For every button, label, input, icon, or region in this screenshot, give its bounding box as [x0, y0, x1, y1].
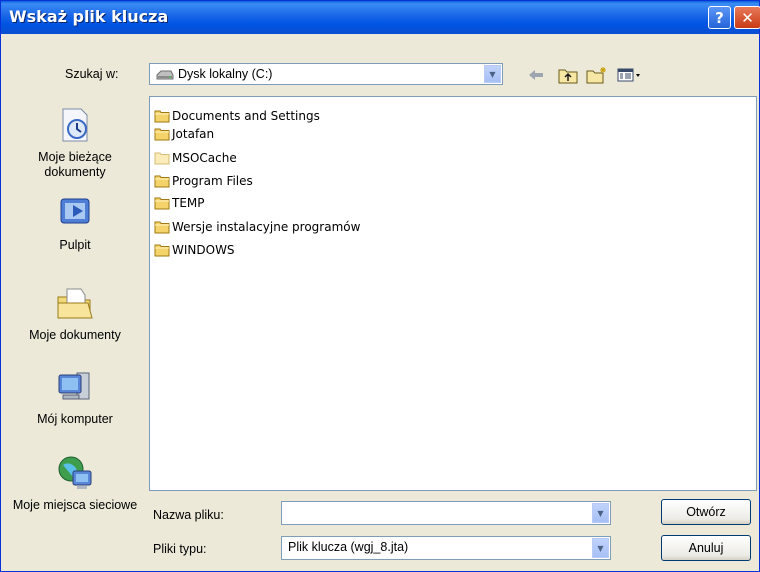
look-in-combo[interactable]: Dysk lokalny (C:) ▼	[149, 63, 503, 85]
place-recent-documents[interactable]: Moje bieżące dokumenty	[7, 105, 143, 180]
back-button[interactable]	[525, 64, 547, 86]
help-icon: ?	[715, 8, 724, 27]
view-menu-icon	[617, 68, 640, 82]
chevron-down-icon: ▼	[597, 543, 604, 553]
filename-label: Nazwa pliku:	[153, 508, 224, 522]
look-in-dropdown-button[interactable]: ▼	[484, 65, 501, 83]
cancel-button[interactable]: Anuluj	[661, 535, 751, 561]
list-item[interactable]: Jotafan	[154, 125, 214, 142]
place-label: Mój komputer	[37, 412, 113, 426]
chevron-down-icon: ▼	[597, 508, 604, 518]
place-label: Moje dokumenty	[29, 328, 121, 342]
place-my-documents[interactable]: Moje dokumenty	[7, 283, 143, 343]
window-title: Wskaż plik klucza	[9, 7, 169, 26]
chevron-down-icon: ▼	[489, 69, 496, 79]
network-places-icon	[58, 456, 92, 489]
list-item[interactable]: MSOCache	[154, 149, 237, 166]
file-list[interactable]: Documents and Settings Jotafan MSOCache …	[149, 96, 757, 491]
new-folder-icon	[586, 67, 606, 84]
folder-name: Program Files	[172, 173, 253, 188]
filename-combo[interactable]: ▼	[281, 501, 611, 525]
folder-icon	[154, 110, 170, 122]
hidden-folder-icon	[154, 152, 170, 164]
folder-icon	[154, 221, 170, 233]
view-menu-button[interactable]	[615, 64, 645, 86]
place-my-computer[interactable]: Mój komputer	[7, 367, 143, 427]
cancel-button-label: Anuluj	[688, 541, 724, 555]
open-button-label: Otwórz	[686, 505, 726, 519]
filetype-value: Plik klucza (wgj_8.jta)	[288, 540, 409, 554]
folder-icon	[154, 244, 170, 256]
close-button[interactable]: ✕	[734, 6, 760, 29]
place-network-places[interactable]: Moje miejsca sieciowe	[7, 453, 143, 513]
recent-documents-icon	[62, 108, 88, 142]
folder-name: Documents and Settings	[172, 108, 320, 123]
list-item[interactable]: Documents and Settings	[154, 107, 320, 124]
places-bar: Moje bieżące dokumenty Pulpit Moje dokum…	[7, 93, 143, 553]
help-button[interactable]: ?	[708, 6, 731, 29]
close-icon: ✕	[741, 8, 754, 27]
title-bar[interactable]: Wskaż plik klucza ? ✕	[1, 1, 760, 34]
folder-name: TEMP	[172, 195, 205, 210]
folder-name: WINDOWS	[172, 242, 235, 257]
my-computer-icon	[58, 372, 90, 400]
list-item[interactable]: Program Files	[154, 172, 253, 189]
desktop-icon	[60, 198, 90, 224]
folder-name: Jotafan	[172, 126, 215, 141]
folder-name: MSOCache	[172, 150, 237, 165]
new-folder-button[interactable]	[586, 64, 608, 86]
place-label: Moje bieżące dokumenty	[38, 150, 112, 179]
list-item[interactable]: TEMP	[154, 194, 205, 211]
place-desktop[interactable]: Pulpit	[7, 193, 143, 253]
folder-name: Wersje instalacyjne programów	[172, 219, 361, 234]
up-one-level-button[interactable]	[557, 64, 579, 86]
filename-dropdown-button[interactable]: ▼	[592, 503, 609, 523]
folder-up-icon	[558, 69, 578, 84]
list-item[interactable]: Wersje instalacyjne programów	[154, 218, 360, 235]
back-arrow-icon	[529, 70, 543, 80]
my-documents-icon	[57, 288, 93, 319]
list-item[interactable]: WINDOWS	[154, 241, 235, 258]
filetype-combo[interactable]: Plik klucza (wgj_8.jta) ▼	[281, 536, 611, 560]
place-label: Pulpit	[59, 238, 91, 252]
filetype-dropdown-button[interactable]: ▼	[592, 538, 609, 558]
look-in-label: Szukaj w:	[65, 67, 119, 81]
folder-icon	[154, 197, 170, 209]
look-in-value: Dysk lokalny (C:)	[178, 67, 273, 81]
open-button[interactable]: Otwórz	[661, 499, 751, 525]
open-file-dialog: Wskaż plik klucza ? ✕ Szukaj w: Dysk lok…	[0, 0, 760, 572]
folder-icon	[154, 175, 170, 187]
drive-icon	[156, 70, 174, 80]
place-label: Moje miejsca sieciowe	[12, 498, 138, 512]
folder-icon	[154, 128, 170, 140]
filetype-label: Pliki typu:	[153, 542, 207, 556]
